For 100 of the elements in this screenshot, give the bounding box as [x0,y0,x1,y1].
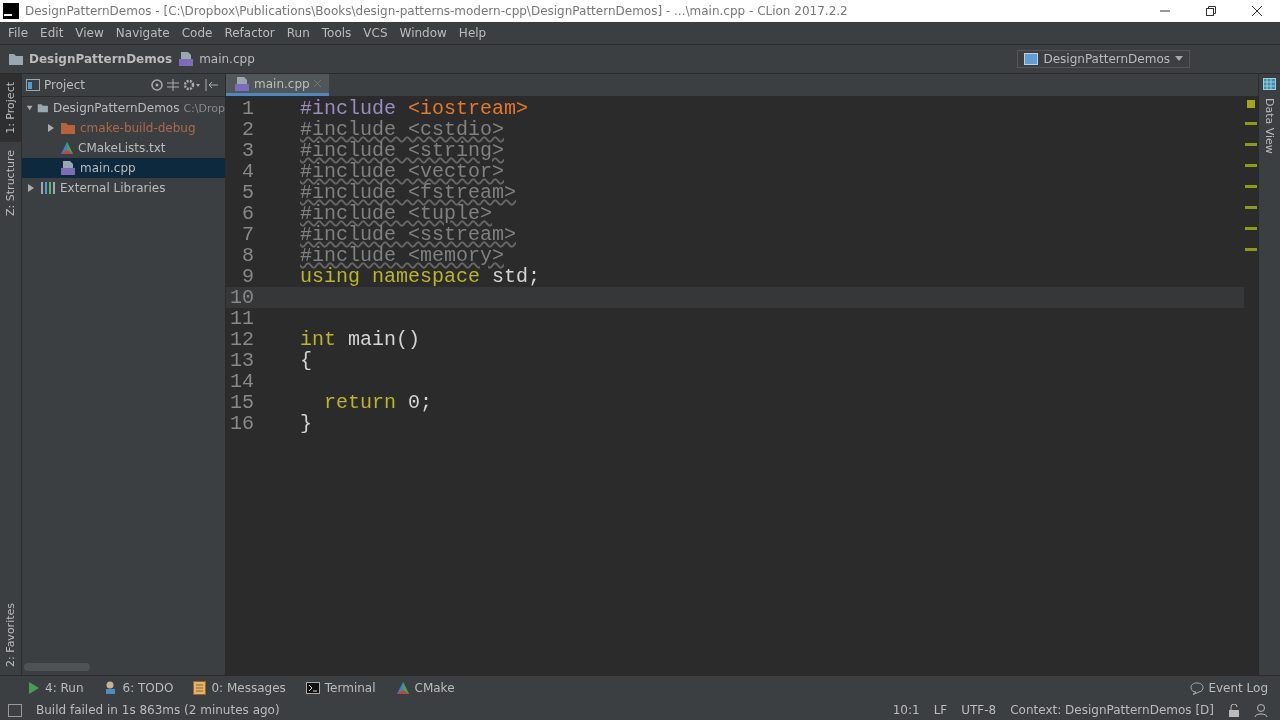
path-hint: C:\Drop [183,101,225,115]
caret-down-icon[interactable] [26,103,34,113]
inspection-status-icon[interactable] [1247,100,1255,108]
line-number: 16 [229,413,254,434]
tool-window-button[interactable]: 4: Run [28,681,84,695]
breadcrumb[interactable]: main.cpp [178,51,255,67]
warning-marker[interactable] [1245,206,1257,209]
warning-marker[interactable] [1245,122,1257,125]
menu-item[interactable]: Tools [315,26,358,40]
warning-marker[interactable] [1245,164,1257,167]
line-number: 1 [241,98,254,119]
breadcrumb[interactable]: DesignPatternDemos [8,52,173,66]
line-number: 9 [241,266,254,287]
app-logo-icon [3,3,19,19]
line-number: 11 [229,308,254,329]
code-text: int main() [300,329,421,350]
code-text: #include <cstdio> [300,119,505,140]
line-number: 6 [241,203,254,224]
tree-item[interactable]: CMakeLists.txt [22,138,225,158]
line-number: 2 [241,119,254,140]
menu-item[interactable]: Window [393,26,453,40]
close-icon [1252,6,1262,16]
tool-window-button[interactable]: 6: TODO [103,681,174,695]
line-number: 7 [241,224,254,245]
tree-label: DesignPatternDemos [52,101,180,115]
tree-label: cmake-build-debug [80,121,196,135]
code-text: } [300,413,312,434]
speech-bubble-icon [1190,681,1205,695]
code-text: #include <iostream> [300,98,529,119]
play-icon [28,681,40,695]
folder-icon [60,121,76,135]
restore-icon [1206,6,1216,16]
code-text: #include <memory> [300,245,505,266]
library-icon [40,181,56,195]
triangle-icon [395,681,410,695]
menu-item[interactable]: Help [452,26,493,40]
tree-item[interactable]: External Libraries [22,178,225,198]
run-configuration-dropdown[interactable]: DesignPatternDemos [1017,50,1190,68]
tool-window-button[interactable]: Terminal [305,681,376,695]
event-log-button[interactable]: Event Log [1190,681,1268,695]
caret-right-icon[interactable] [46,123,56,133]
menu-item[interactable]: View [69,26,110,40]
line-separator[interactable]: LF [933,703,948,717]
code-text: #include <string> [300,140,505,161]
warning-marker[interactable] [1245,248,1257,251]
caret-right-icon[interactable] [26,183,36,193]
caret-down-icon [1175,56,1183,62]
collapse-icon[interactable] [167,79,179,91]
line-number: 4 [241,161,254,182]
list-icon [193,681,207,695]
warning-marker[interactable] [1245,143,1257,146]
line-number: 14 [229,371,254,392]
file-encoding[interactable]: UTF-8 [961,703,997,717]
menu-item[interactable]: Code [175,26,219,40]
side-tab[interactable]: Z: Structure [0,141,21,224]
menu-item[interactable]: VCS [357,26,394,40]
close-icon[interactable] [313,80,321,87]
side-tab[interactable]: 2: Favorites [0,595,21,675]
tree-label: External Libraries [60,181,166,195]
tree-item[interactable]: DesignPatternDemos C:\Drop [22,98,225,118]
person-icon [103,681,118,695]
tree-label: CMakeLists.txt [78,141,166,155]
terminal-icon [305,682,320,694]
side-tab[interactable]: Data View [1259,90,1280,162]
target-icon[interactable] [151,79,163,91]
warning-marker[interactable] [1245,185,1257,188]
warning-marker[interactable] [1245,227,1257,230]
gear-icon[interactable] [183,79,201,91]
line-number: 15 [229,392,254,413]
code-text: #include <vector> [300,161,505,182]
cpp-file-icon [60,160,76,176]
tool-window-button[interactable]: 0: Messages [193,681,286,695]
line-number: 5 [241,182,254,203]
context-selector[interactable]: Context: DesignPatternDemos [D] [1010,703,1214,717]
folder-icon [37,101,49,115]
cursor-position[interactable]: 10:1 [892,703,920,717]
code-text: #include <fstream> [300,182,517,203]
panel-icon [26,79,40,91]
window-title: DesignPatternDemos - [C:\Dropbox\Publications\Books\design-patterns-modern-cpp\DesignPatternDemos] - ...\main.cpp - CLion 2017.2.2 [25,4,849,18]
line-number: 8 [241,245,254,266]
cpp-file-icon [234,75,250,92]
tree-item[interactable]: main.cpp [22,158,225,178]
menu-item[interactable]: Refactor [218,26,281,40]
menu-item[interactable]: File [2,26,35,40]
side-tab[interactable]: 1: Project [0,74,21,142]
editor-tab[interactable]: main.cpp [226,74,329,96]
menu-item[interactable]: Edit [34,26,70,40]
triangle-icon [60,141,74,155]
window-icon [1024,53,1039,65]
code-text: { [300,350,312,371]
window-icon[interactable] [8,703,22,717]
tool-window-button[interactable]: CMake [395,681,455,695]
line-number: 12 [229,329,254,350]
status-message: Build failed in 1s 863ms (2 minutes ago) [36,703,281,717]
menu-item[interactable]: Run [280,26,316,40]
person-icon[interactable] [1254,703,1268,717]
hide-icon[interactable] [205,79,219,91]
menu-item[interactable]: Navigate [109,26,176,40]
tree-label: main.cpp [80,161,136,175]
lock-icon[interactable] [1228,703,1240,717]
